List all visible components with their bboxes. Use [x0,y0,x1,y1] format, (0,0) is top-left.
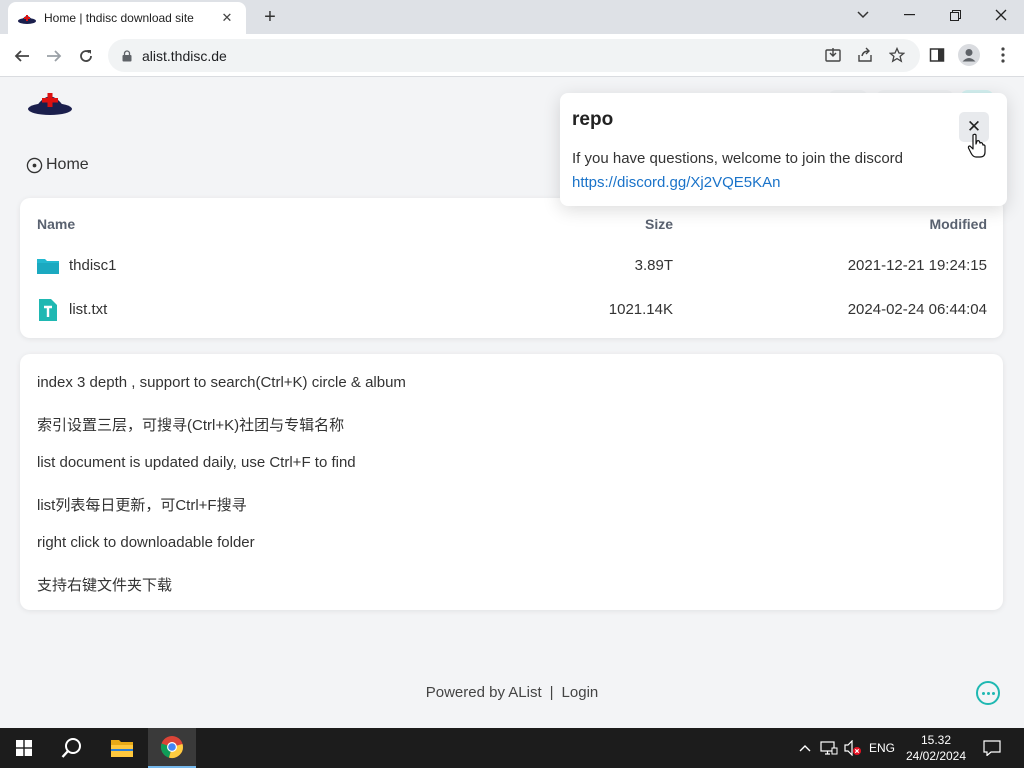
breadcrumb-home-link[interactable]: Home [46,156,89,174]
login-link[interactable]: Login [562,684,599,701]
network-icon[interactable] [818,728,840,768]
lock-icon[interactable] [120,49,134,63]
file-name[interactable]: thdisc1 [69,257,117,274]
notification-title: repo [572,109,614,130]
readme-line: list列表每日更新，可Ctrl+F搜寻 [37,497,247,514]
browser-tab[interactable]: Home | thdisc download site ✕ [8,2,246,34]
folder-icon [37,259,59,274]
address-bar[interactable]: alist.thdisc.de [108,39,920,72]
tab-close-icon[interactable]: ✕ [218,9,236,27]
file-row[interactable]: list.txt 1021.14K 2024-02-24 06:44:04 [20,290,1003,330]
language-indicator[interactable]: ENG [866,728,898,768]
file-modified: 2024-02-24 06:44:04 [847,301,987,318]
close-window-button[interactable] [978,0,1024,30]
readme-line: 索引设置三层，可搜寻(Ctrl+K)社团与专辑名称 [37,417,345,434]
file-name[interactable]: list.txt [69,301,107,318]
file-size: 3.89T [634,257,673,274]
notification-popup: repo If you have questions, welcome to j… [560,93,1007,206]
more-options-icon[interactable] [976,681,1000,705]
search-icon[interactable] [48,728,96,768]
file-modified: 2021-12-21 19:24:15 [847,257,987,274]
compass-icon [26,157,43,173]
share-icon[interactable] [852,42,878,68]
readme-line: list document is updated daily, use Ctrl… [37,454,356,471]
notification-message: If you have questions, welcome to join t… [572,150,904,167]
tray-chevron-up-icon[interactable] [795,728,815,768]
readme-line: index 3 depth , support to search(Ctrl+K… [37,374,406,391]
forward-arrow-icon[interactable] [40,42,68,70]
side-panel-icon[interactable] [924,42,950,68]
discord-link[interactable]: https://discord.gg/Xj2VQE5KAn [572,174,780,191]
volume-muted-icon[interactable] [842,728,864,768]
site-logo[interactable] [26,88,76,116]
footer-separator: | [549,684,554,701]
powered-by-link[interactable]: Powered by AList [426,684,542,701]
notification-center-icon[interactable] [980,728,1004,768]
column-modified-header[interactable]: Modified [929,216,987,232]
column-name-header[interactable]: Name [37,216,75,232]
file-explorer-icon[interactable] [98,728,146,768]
file-list-header: Name Size Modified [20,216,1003,236]
file-row[interactable]: thdisc1 3.89T 2021-12-21 19:24:15 [20,246,1003,286]
clock-date: 24/02/2024 [905,749,967,763]
url-text: alist.thdisc.de [142,47,227,64]
site-favicon-icon [18,9,36,27]
windows-start-icon[interactable] [0,728,48,768]
breadcrumb: Home [26,156,89,174]
hand-pointer-icon [967,133,986,158]
readme-panel: index 3 depth , support to search(Ctrl+K… [20,354,1003,610]
bookmark-star-icon[interactable] [884,42,910,68]
reload-icon[interactable] [72,42,100,70]
minimize-button[interactable] [886,0,932,30]
windows-taskbar: ENG 15.32 24/02/2024 [0,728,1024,768]
text-file-icon [39,299,57,321]
taskbar-clock[interactable]: 15.32 24/02/2024 [898,732,974,764]
footer: Powered by AList | Login [0,684,1024,701]
profile-icon[interactable] [956,42,982,68]
readme-line: 支持右键文件夹下载 [37,577,173,594]
restore-button[interactable] [932,0,978,30]
new-tab-button[interactable]: + [258,6,282,28]
back-arrow-icon[interactable] [8,42,36,70]
file-size: 1021.14K [608,301,673,318]
tab-title: Home | thdisc download site [44,11,194,25]
install-app-icon[interactable] [820,42,846,68]
browser-titlebar: Home | thdisc download site ✕ + [0,0,1024,34]
file-list: Name Size Modified thdisc1 3.89T 2021-12… [20,198,1003,338]
browser-toolbar: alist.thdisc.de [0,34,1024,77]
clock-time: 15.32 [920,733,952,747]
chrome-icon[interactable] [148,728,196,768]
column-size-header[interactable]: Size [645,216,673,232]
kebab-menu-icon[interactable] [990,42,1016,68]
tab-search-icon[interactable] [840,0,886,30]
readme-line: right click to downloadable folder [37,534,255,551]
